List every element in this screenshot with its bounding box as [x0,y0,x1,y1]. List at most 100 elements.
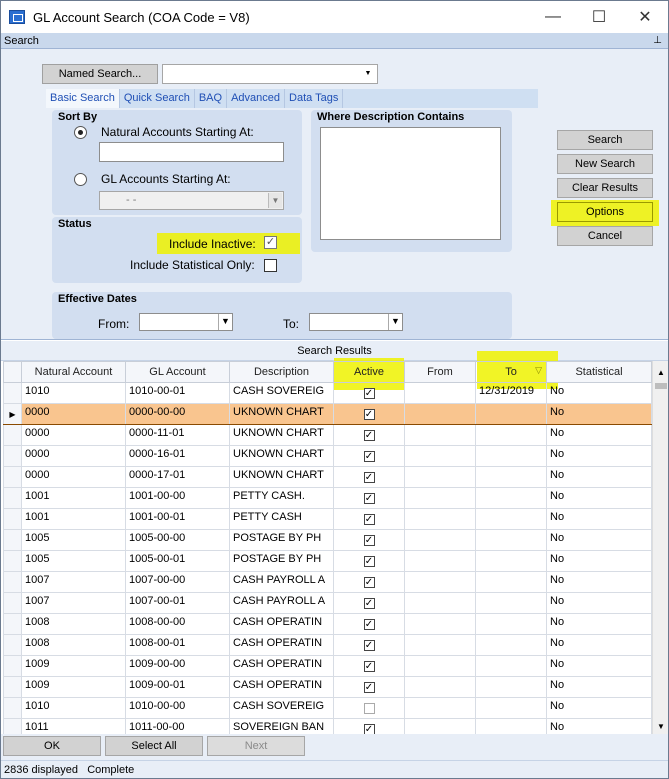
named-search-button[interactable]: Named Search... [42,64,158,84]
cell-natural-account[interactable]: 1010 [21,382,126,404]
to-date-combo[interactable]: ▼ [309,313,403,331]
row-selector[interactable]: ▶ [3,403,22,425]
cell-statistical[interactable]: No [546,550,652,572]
cell-from[interactable] [404,445,476,467]
cell-from[interactable] [404,529,476,551]
cell-from[interactable] [404,424,476,446]
cell-natural-account[interactable]: 1007 [21,571,126,593]
cell-gl-account[interactable]: 0000-17-01 [125,466,230,488]
cell-statistical[interactable]: No [546,466,652,488]
cell-to[interactable] [475,613,547,635]
column-header-to[interactable]: To ▽ [475,361,547,383]
cell-to[interactable] [475,550,547,572]
cell-active[interactable]: ✓ [333,445,405,467]
cell-to[interactable] [475,592,547,614]
cell-gl-account[interactable]: 0000-16-01 [125,445,230,467]
table-row[interactable]: 1007 1007-00-00 CASH PAYROLL A ✓ No [3,571,652,593]
cell-description[interactable]: UKNOWN CHART [229,445,334,467]
cell-active[interactable]: ✓ [333,424,405,446]
table-row[interactable]: 1010 1010-00-00 CASH SOVEREIG No [3,697,652,719]
row-selector[interactable] [3,592,22,614]
cell-natural-account[interactable]: 1008 [21,613,126,635]
cell-natural-account[interactable]: 1009 [21,676,126,698]
row-selector[interactable] [3,382,22,404]
cell-natural-account[interactable]: 1007 [21,592,126,614]
table-row[interactable]: ▶ 0000 0000-00-00 UKNOWN CHART ✓ No [3,403,652,425]
include-inactive-checkbox[interactable]: ✓ [264,236,277,249]
row-selector[interactable] [3,529,22,551]
row-selector[interactable] [3,424,22,446]
cell-to[interactable] [475,445,547,467]
cell-gl-account[interactable]: 1005-00-01 [125,550,230,572]
cell-natural-account[interactable]: 0000 [21,466,126,488]
tab-advanced[interactable]: Advanced [227,89,286,108]
cell-from[interactable] [404,676,476,698]
cell-active[interactable]: ✓ [333,466,405,488]
from-date-combo[interactable]: ▼ [139,313,233,331]
cell-natural-account[interactable]: 0000 [21,424,126,446]
cell-to[interactable] [475,529,547,551]
row-selector[interactable] [3,466,22,488]
cell-gl-account[interactable]: 1008-00-00 [125,613,230,635]
row-selector[interactable] [3,508,22,530]
cell-from[interactable] [404,613,476,635]
chevron-down-icon[interactable]: ▼ [218,314,232,330]
cell-from[interactable] [404,550,476,572]
tab-data-tags[interactable]: Data Tags [285,89,344,108]
search-button[interactable]: Search [557,130,653,150]
row-selector[interactable] [3,655,22,677]
cell-gl-account[interactable]: 1009-00-00 [125,655,230,677]
cell-to[interactable] [475,508,547,530]
cell-from[interactable] [404,487,476,509]
cell-from[interactable] [404,403,476,425]
cell-natural-account[interactable]: 1010 [21,697,126,719]
table-row[interactable]: 1005 1005-00-00 POSTAGE BY PH ✓ No [3,529,652,551]
cell-from[interactable] [404,697,476,719]
clear-results-button[interactable]: Clear Results [557,178,653,198]
cell-natural-account[interactable]: 0000 [21,445,126,467]
cell-active[interactable]: ✓ [333,634,405,656]
cell-gl-account[interactable]: 1008-00-01 [125,634,230,656]
cell-to[interactable] [475,634,547,656]
options-button[interactable]: Options [557,202,653,222]
next-button[interactable]: Next [207,736,305,756]
cell-gl-account[interactable]: 1001-00-01 [125,508,230,530]
tab-baq[interactable]: BAQ [195,89,228,108]
cell-to[interactable] [475,676,547,698]
cell-active[interactable]: ✓ [333,571,405,593]
cell-description[interactable]: PETTY CASH [229,508,334,530]
table-row[interactable]: 1008 1008-00-00 CASH OPERATIN ✓ No [3,613,652,635]
ok-button[interactable]: OK [3,736,101,756]
natural-accounts-input[interactable] [99,142,284,162]
table-row[interactable]: 0000 0000-11-01 UKNOWN CHART ✓ No [3,424,652,446]
cell-natural-account[interactable]: 1005 [21,550,126,572]
cell-statistical[interactable]: No [546,613,652,635]
cell-natural-account[interactable]: 1008 [21,634,126,656]
cell-to[interactable] [475,487,547,509]
cell-natural-account[interactable]: 1001 [21,487,126,509]
column-header-natural-account[interactable]: Natural Account [21,361,126,383]
cell-description[interactable]: CASH PAYROLL A [229,592,334,614]
scroll-up-icon[interactable]: ▲ [653,365,669,381]
cell-statistical[interactable]: No [546,529,652,551]
table-row[interactable]: 0000 0000-17-01 UKNOWN CHART ✓ No [3,466,652,488]
cell-natural-account[interactable]: 1009 [21,655,126,677]
select-all-button[interactable]: Select All [105,736,203,756]
column-header-from[interactable]: From [404,361,476,383]
close-button[interactable]: ✕ [622,1,668,33]
cell-gl-account[interactable]: 0000-11-01 [125,424,230,446]
cell-active[interactable]: ✓ [333,529,405,551]
column-header-gl-account[interactable]: GL Account [125,361,230,383]
new-search-button[interactable]: New Search [557,154,653,174]
cell-natural-account[interactable]: 1005 [21,529,126,551]
cell-natural-account[interactable]: 0000 [21,403,126,425]
cell-active[interactable]: ✓ [333,508,405,530]
row-selector[interactable] [3,697,22,719]
cell-description[interactable]: UKNOWN CHART [229,424,334,446]
row-selector[interactable] [3,634,22,656]
cell-to[interactable] [475,424,547,446]
cell-active[interactable]: ✓ [333,550,405,572]
cell-from[interactable] [404,382,476,404]
natural-accounts-radio[interactable] [74,126,87,139]
cell-active[interactable]: ✓ [333,613,405,635]
